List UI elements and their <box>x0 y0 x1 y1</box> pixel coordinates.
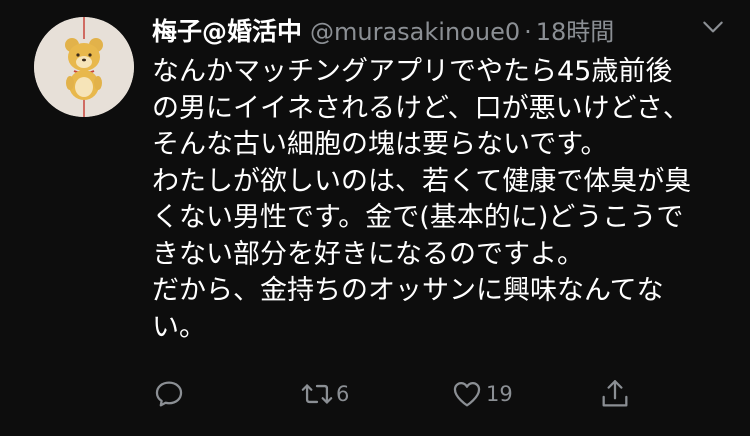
like-count: 19 <box>486 382 513 406</box>
retweet-button[interactable]: 6 <box>300 374 349 414</box>
action-bar: 6 19 <box>152 374 652 414</box>
tweet-text-line: い。 <box>152 311 206 343</box>
tweet-text-line: くない男性です。金で(基本的に)どうこうで <box>152 202 684 233</box>
tweet-text: なんかマッチングアプリでやたら45歳前後 の男にイイネされるけど、口が悪いけどさ… <box>152 54 732 346</box>
separator-dot: · <box>524 18 532 46</box>
chevron-down-icon[interactable] <box>700 14 726 40</box>
tweet-text-line: だから、金持ちのオッサンに興味なんてな <box>152 275 664 306</box>
tweet-text-line: わたしが欲しいのは、若くて健康で体臭が臭 <box>152 165 692 197</box>
tweet-text-line: なんかマッチングアプリでやたら45歳前後 <box>152 56 673 87</box>
avatar[interactable] <box>34 17 134 117</box>
timestamp[interactable]: 18時間 <box>536 12 615 47</box>
share-button[interactable] <box>598 374 632 414</box>
tweet-text-line: きない部分を好きになるのですよ。 <box>152 238 584 270</box>
display-name[interactable]: 梅子@婚活中 <box>152 12 302 48</box>
bear-avatar-icon <box>34 17 134 117</box>
tweet-text-line: そんな古い細胞の塊は要らないです。 <box>152 129 608 160</box>
retweet-icon <box>301 384 333 404</box>
reply-button[interactable] <box>152 374 188 414</box>
like-button[interactable]: 19 <box>450 374 513 414</box>
reply-icon <box>155 381 183 407</box>
share-icon <box>602 380 628 407</box>
tweet-card: 梅子@婚活中 @murasakinoue0 · 18時間 なんかマッチングアプリ… <box>0 0 750 436</box>
retweet-count: 6 <box>336 382 350 406</box>
tweet-text-line: の男にイイネされるけど、口が悪いけどさ、 <box>152 92 690 124</box>
tweet-header: 梅子@婚活中 @murasakinoue0 · 18時間 <box>152 12 614 46</box>
heart-icon <box>453 381 481 407</box>
user-handle[interactable]: @murasakinoue0 <box>310 18 520 46</box>
